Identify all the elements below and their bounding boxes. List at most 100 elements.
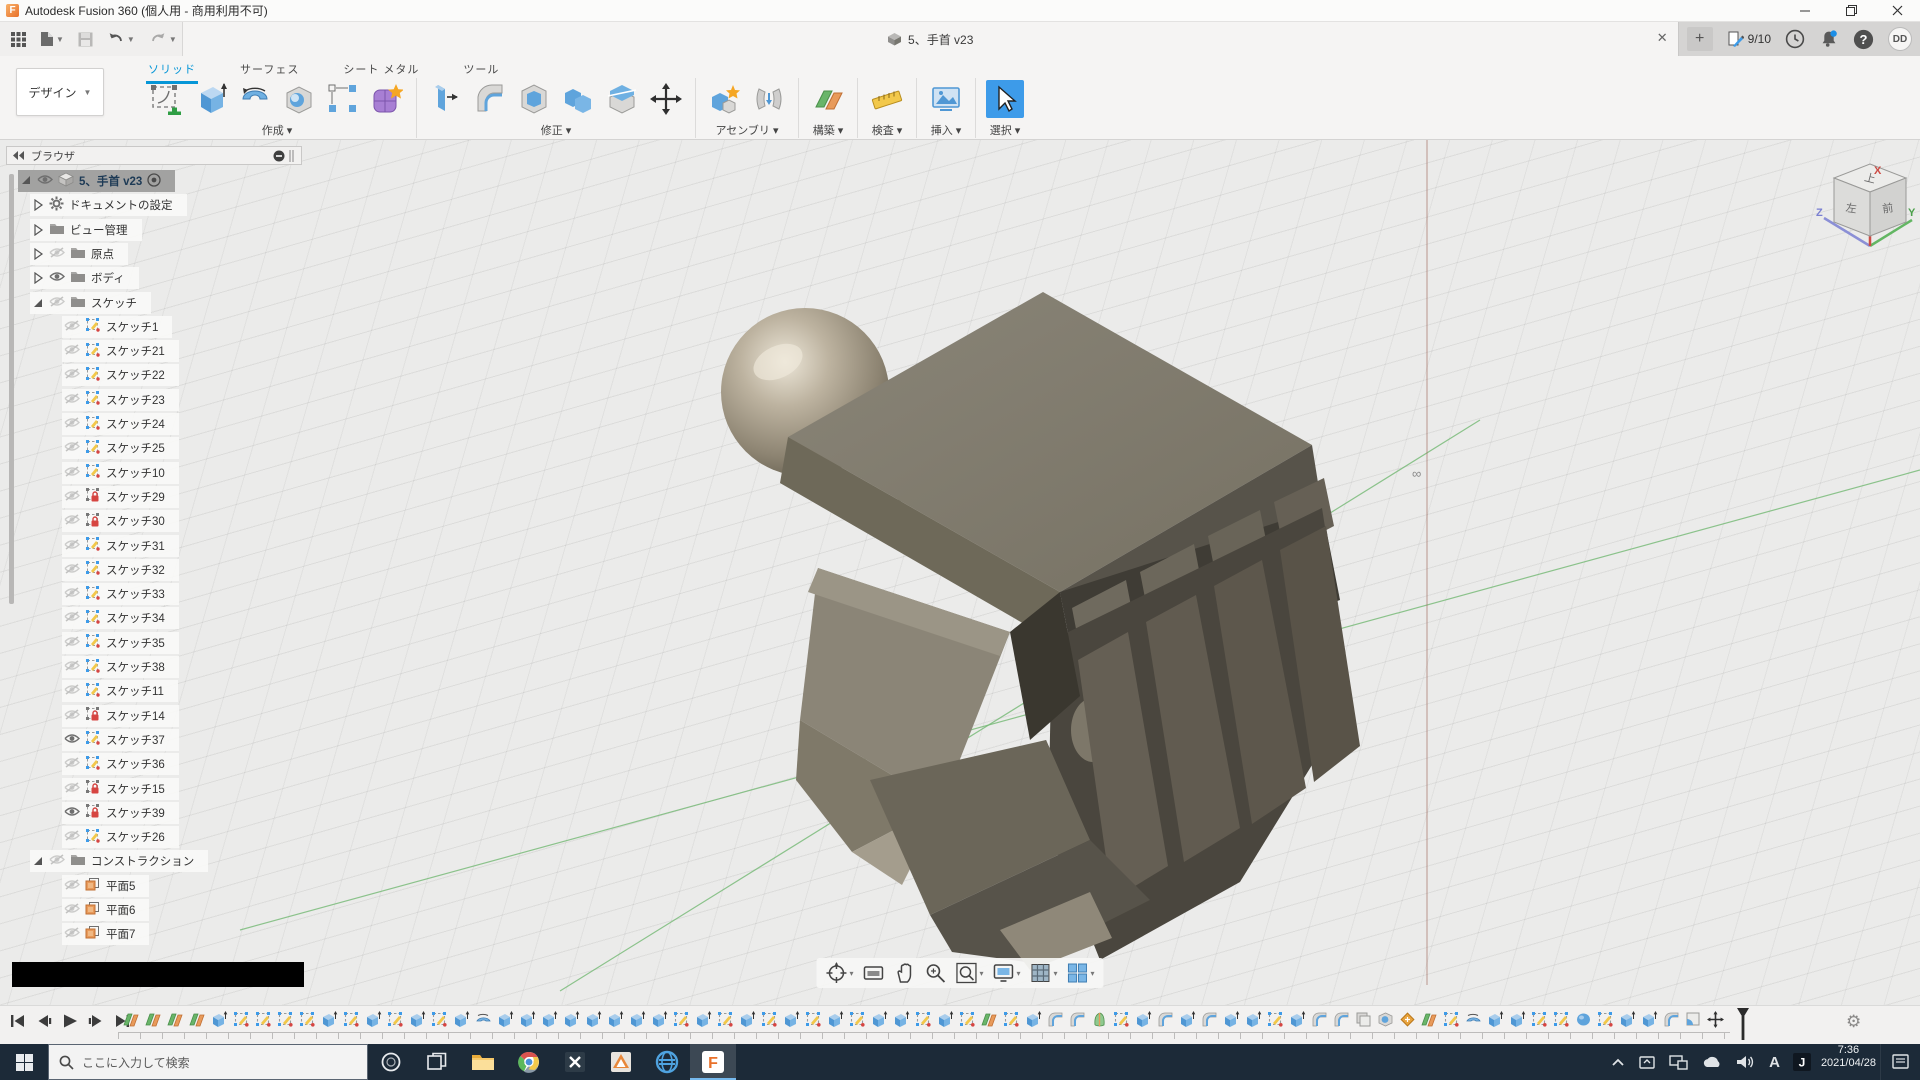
- notifications-bell-button[interactable]: [1819, 29, 1839, 49]
- taskbar-app-chrome[interactable]: [506, 1044, 552, 1080]
- revolve-icon[interactable]: [236, 80, 274, 118]
- timeline-go-to-start-button[interactable]: [8, 1011, 28, 1031]
- extrude-feature[interactable]: [892, 1010, 910, 1028]
- folder-icon[interactable]: [49, 222, 65, 238]
- extrude-feature[interactable]: [518, 1010, 536, 1028]
- sketch-icon[interactable]: [85, 682, 101, 701]
- sketch-node[interactable]: スケッチ29: [62, 486, 179, 508]
- browser-node-スケッチ[interactable]: スケッチ: [30, 292, 151, 314]
- visibility-eye-icon[interactable]: [64, 830, 80, 844]
- visibility-eye-icon[interactable]: [64, 684, 80, 698]
- sketch-icon[interactable]: [85, 390, 101, 409]
- workspace-selector-button[interactable]: デザイン▼: [16, 68, 104, 116]
- extrude-feature[interactable]: [870, 1010, 888, 1028]
- browser-scrollbar[interactable]: [9, 174, 14, 604]
- collapse-panel-icon[interactable]: [13, 151, 25, 160]
- sketch-icon[interactable]: [85, 317, 101, 336]
- sketch-icon[interactable]: [85, 463, 101, 482]
- visibility-eye-icon[interactable]: [64, 393, 80, 407]
- construction-plane-icon[interactable]: [85, 925, 101, 943]
- timeline-step-forward-button[interactable]: [86, 1011, 106, 1031]
- insert-canvas-icon[interactable]: [927, 80, 965, 118]
- extrude-feature[interactable]: [210, 1010, 228, 1028]
- close-window-button[interactable]: [1874, 0, 1920, 21]
- sketch-feature[interactable]: [386, 1010, 404, 1028]
- split-feature[interactable]: [1398, 1010, 1416, 1028]
- shell-icon[interactable]: [515, 80, 553, 118]
- create-sketch-icon[interactable]: [148, 80, 186, 118]
- expand-icon[interactable]: [32, 199, 44, 211]
- taskbar-search-input[interactable]: ここに入力して検索: [48, 1044, 368, 1080]
- sketch-locked-icon[interactable]: [85, 706, 101, 725]
- sketch-node[interactable]: スケッチ1: [62, 316, 172, 338]
- tray-tray-expand-icon[interactable]: [1611, 1057, 1625, 1067]
- folder-icon[interactable]: [70, 270, 86, 286]
- extrude-feature[interactable]: [1486, 1010, 1504, 1028]
- taskbar-clock[interactable]: 7:36 2021/04/28: [1817, 1044, 1880, 1080]
- panel-minus-icon[interactable]: [273, 150, 285, 162]
- fillet-feature[interactable]: [1332, 1010, 1350, 1028]
- taskbar-app-app-x[interactable]: [552, 1044, 598, 1080]
- visibility-eye-icon[interactable]: [64, 441, 80, 455]
- sketch-node[interactable]: スケッチ39: [62, 802, 179, 824]
- sketch-feature[interactable]: [848, 1010, 866, 1028]
- plane-feature[interactable]: [166, 1010, 184, 1028]
- sketch-icon[interactable]: [85, 658, 101, 677]
- browser-node-ドキュメントの設定[interactable]: ドキュメントの設定: [30, 194, 187, 216]
- visibility-eye-icon[interactable]: [64, 611, 80, 625]
- fillet-feature[interactable]: [1046, 1010, 1064, 1028]
- visibility-eye-icon[interactable]: [64, 636, 80, 650]
- tray-volume-icon[interactable]: [1736, 1054, 1756, 1070]
- sketch-node[interactable]: スケッチ11: [62, 680, 178, 702]
- grid-settings-tool-button[interactable]: ▾: [1027, 960, 1061, 986]
- pan-tool-button[interactable]: [890, 960, 918, 986]
- sketch-icon[interactable]: [85, 342, 101, 361]
- visibility-eye-icon[interactable]: [64, 490, 80, 504]
- document-tab[interactable]: 5、手首 v23 ✕: [182, 22, 1679, 56]
- plane-feature[interactable]: [144, 1010, 162, 1028]
- sketch-node[interactable]: スケッチ23: [62, 389, 179, 411]
- plane-feature[interactable]: [188, 1010, 206, 1028]
- extrude-feature[interactable]: [452, 1010, 470, 1028]
- visibility-eye-icon[interactable]: [64, 563, 80, 577]
- sketch-node[interactable]: スケッチ38: [62, 656, 179, 678]
- view-cube[interactable]: 上 左 前 Z Y X: [1808, 158, 1918, 263]
- move-feature[interactable]: [1706, 1010, 1724, 1028]
- ribbon-group-label[interactable]: 選択 ▾: [990, 122, 1021, 138]
- revolve-feature[interactable]: [474, 1010, 492, 1028]
- extrude-feature[interactable]: [1222, 1010, 1240, 1028]
- taskbar-app-cortana[interactable]: [368, 1044, 414, 1080]
- folder-icon[interactable]: [70, 853, 86, 869]
- expand-icon[interactable]: [32, 272, 44, 284]
- expander-icon[interactable]: [20, 174, 32, 189]
- visibility-eye-icon[interactable]: [49, 854, 65, 868]
- sketch-locked-icon[interactable]: [85, 487, 101, 506]
- collapse-icon[interactable]: [32, 297, 44, 309]
- sketch-node[interactable]: スケッチ15: [62, 778, 179, 800]
- sketch-feature[interactable]: [430, 1010, 448, 1028]
- extrude-feature[interactable]: [1178, 1010, 1196, 1028]
- extrude-feature[interactable]: [1024, 1010, 1042, 1028]
- move-copy-icon[interactable]: [647, 80, 685, 118]
- form-feature[interactable]: [1090, 1010, 1108, 1028]
- visibility-eye-icon[interactable]: [37, 174, 53, 188]
- tray-onedrive-icon[interactable]: [1701, 1055, 1723, 1069]
- component-cube-icon[interactable]: [58, 172, 74, 190]
- construction-plane-node[interactable]: 平面7: [62, 923, 149, 945]
- sketch-feature[interactable]: [1002, 1010, 1020, 1028]
- extrude-feature[interactable]: [694, 1010, 712, 1028]
- visibility-eye-icon[interactable]: [64, 782, 80, 796]
- extrude-feature[interactable]: [782, 1010, 800, 1028]
- extrude-feature[interactable]: [1288, 1010, 1306, 1028]
- activate-radio-icon[interactable]: [147, 173, 161, 190]
- sketch-feature[interactable]: [958, 1010, 976, 1028]
- sketch-icon[interactable]: [85, 585, 101, 604]
- sphere-feature[interactable]: [1574, 1010, 1592, 1028]
- sketch-node[interactable]: スケッチ30: [62, 510, 179, 532]
- ribbon-group-label[interactable]: 作成 ▾: [262, 122, 293, 138]
- plane-feature[interactable]: [122, 1010, 140, 1028]
- hole-icon[interactable]: [280, 80, 318, 118]
- taskbar-app-task-view[interactable]: [414, 1044, 460, 1080]
- sketch-node[interactable]: スケッチ32: [62, 559, 179, 581]
- user-avatar[interactable]: DD: [1888, 27, 1912, 51]
